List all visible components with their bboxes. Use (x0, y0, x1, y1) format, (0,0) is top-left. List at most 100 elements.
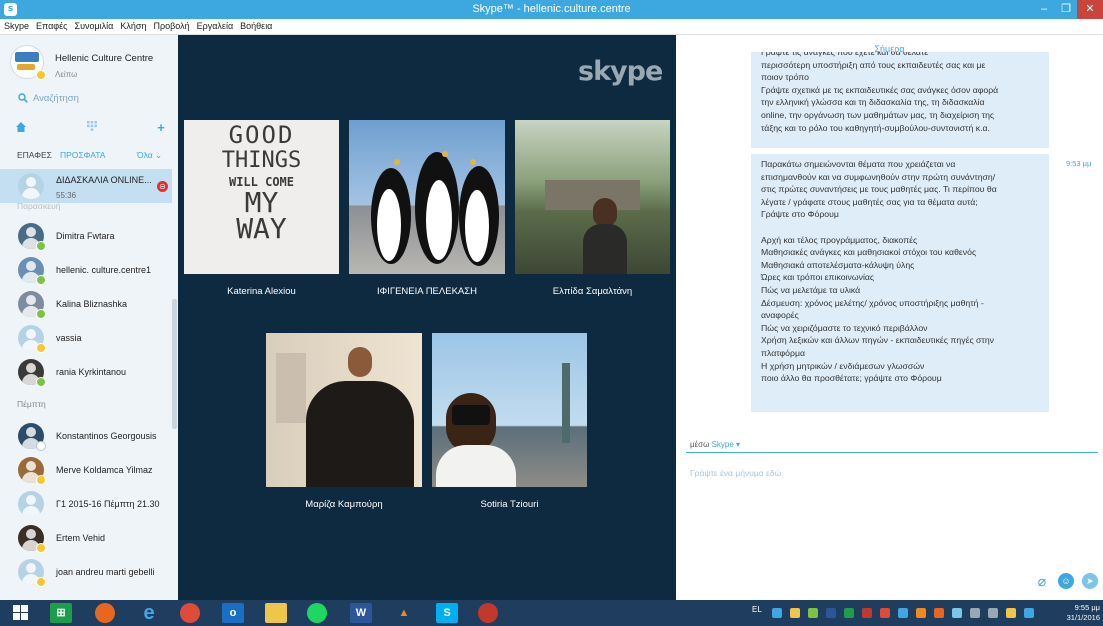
tab-recent[interactable]: ΠΡΟΣΦΑΤΑ (60, 150, 105, 160)
message-timestamp: 9:53 μμ (1066, 159, 1092, 168)
search-box[interactable]: Αναζήτηση (18, 93, 168, 107)
message-line: αναφορές (761, 310, 799, 321)
message-line: τάξης και το ρόλο του καθηγητή-συμβούλου… (761, 122, 990, 133)
tray-icon[interactable] (826, 608, 836, 618)
menu-view[interactable]: Προβολή (149, 19, 192, 31)
chat-message-1[interactable]: Γράψτε τις ανάγκες που έχετε και θα θέλα… (751, 52, 1049, 148)
contact-name: Konstantinos Georgousis (56, 431, 157, 441)
windows-start-icon[interactable] (10, 603, 32, 623)
minimize-button[interactable]: – (1033, 0, 1055, 19)
contact-name: Merve Koldamca Yilmaz (56, 465, 153, 475)
participant-tile-5[interactable]: Sotiria Tziouri (432, 333, 587, 513)
message-line: λέγατε / γράφατε στους μαθητές σας για τ… (761, 196, 978, 207)
menu-conversation[interactable]: Συνομιλία (71, 19, 117, 31)
message-line: Πώς να χειριζόμαστε το τεχνικό περιβάλλο… (761, 322, 928, 333)
tray-icon[interactable] (934, 608, 944, 618)
message-line: Γράψτε σχετικά με τις εκπαιδευτικές σας … (761, 84, 999, 95)
message-line: στις πρώτες συναντήσεις με τους μαθητές … (761, 184, 997, 195)
dialpad-icon[interactable] (85, 121, 99, 135)
tray-icon[interactable] (880, 608, 890, 618)
send-via-dropdown[interactable]: Skype ▾ (712, 440, 740, 449)
participant-tile-3[interactable]: Ελπίδα Σαμαλτάνη (515, 120, 670, 300)
menu-skype[interactable]: Skype (0, 19, 32, 31)
maximize-button[interactable]: ❐ (1055, 0, 1077, 19)
participant-video-4 (266, 333, 422, 487)
participant-tile-2[interactable]: ΙΦΙΓΕΝΕΙΑ ΠΕΛΕΚΑΣΗ (349, 120, 505, 300)
contact-list-item[interactable]: Γ1 2015-16 Πέμπτη 21.30 (0, 487, 172, 521)
menu-contacts[interactable]: Επαφές (32, 19, 70, 31)
participant-tile-4[interactable]: Μαρίζα Καμπούρη (266, 333, 422, 513)
clock-date: 31/1/2016 (1066, 613, 1100, 622)
close-button[interactable]: ✕ (1077, 0, 1103, 19)
sidebar: Hellenic Culture Centre Λείπω Αναζήτηση … (0, 35, 178, 600)
firefox-icon[interactable] (95, 603, 115, 623)
message-line: Η χρήση μητρικών / ενδιάμεσων γλωσσών (761, 360, 925, 371)
internet-explorer-icon[interactable]: e (138, 603, 160, 623)
chrome-icon[interactable] (180, 603, 200, 623)
tray-icon[interactable] (952, 608, 962, 618)
search-icon (18, 93, 28, 103)
online-status-icon (36, 275, 46, 285)
list-item-selected[interactable]: ΔΙΔΑΣΚΑΛΙΑ ONLINE... 55:36 ⊝ (0, 169, 172, 203)
tray-icon[interactable] (808, 608, 818, 618)
word-icon[interactable]: W (350, 603, 372, 623)
tray-icon[interactable] (844, 608, 854, 618)
tray-icon[interactable] (862, 608, 872, 618)
network-icon[interactable] (970, 608, 980, 618)
tray-icon[interactable] (898, 608, 908, 618)
menu-bar: Skype Επαφές Συνομιλία Κλήση Προβολή Εργαλεία… (0, 19, 1103, 35)
contact-list-item[interactable]: rania Kyrkintanou (0, 355, 172, 389)
file-explorer-icon[interactable] (265, 603, 287, 623)
emoticon-icon[interactable]: ☺ (1058, 573, 1074, 589)
contact-name: Ertem Vehid (56, 533, 106, 543)
attach-file-icon[interactable]: ⌀ (1034, 573, 1050, 589)
notification-icon[interactable] (1024, 608, 1034, 618)
tray-icon[interactable] (772, 608, 782, 618)
participant-tile-1[interactable]: GOOD THINGS WILL COME MY WAY Katerina Al… (184, 120, 339, 300)
battery-icon[interactable] (1006, 608, 1016, 618)
contact-list-item[interactable]: Ertem Vehid (0, 521, 172, 555)
message-line: ποιο άλλο θα προσθέτατε; γράψτε στο Φόρο… (761, 373, 942, 384)
spotify-icon[interactable] (307, 603, 327, 623)
chevron-down-icon: ⌄ (155, 150, 163, 160)
outlook-icon[interactable]: o (222, 603, 244, 623)
filter-dropdown[interactable]: Όλα ⌄ (137, 150, 162, 161)
contact-list-item[interactable]: hellenic. culture.centre1 (0, 253, 172, 287)
tray-icon[interactable] (790, 608, 800, 618)
end-call-icon[interactable]: ⊝ (157, 181, 168, 192)
send-icon[interactable]: ➤ (1082, 573, 1098, 589)
tab-contacts[interactable]: ΕΠΑΦΕΣ (17, 150, 52, 160)
menu-call[interactable]: Κλήση (116, 19, 149, 31)
chat-message-2[interactable]: Παρακάτω σημειώνονται θέματα που χρειάζε… (751, 154, 1049, 412)
taskbar-clock[interactable]: 9:55 μμ 31/1/2016 (1064, 603, 1100, 623)
tray-icon[interactable] (916, 608, 926, 618)
contact-name: Dimitra Fwtara (56, 231, 115, 241)
skype-taskbar-icon[interactable]: S (436, 603, 458, 623)
menu-tools[interactable]: Εργαλεία (193, 19, 237, 31)
vlc-icon[interactable]: ▲ (393, 603, 415, 623)
message-input[interactable]: Γράψτε ένα μήνυμα εδώ (690, 468, 781, 478)
contact-list-item[interactable]: Dimitra Fwtara (0, 219, 172, 253)
contact-list-item[interactable]: vassia (0, 321, 172, 355)
profile-header[interactable]: Hellenic Culture Centre Λείπω (0, 35, 178, 81)
profile-status[interactable]: Λείπω (55, 70, 77, 79)
language-indicator[interactable]: EL (752, 605, 762, 614)
home-icon[interactable] (14, 121, 28, 135)
contact-list-item[interactable]: Konstantinos Georgousis (0, 419, 172, 453)
send-via: μέσω Skype ▾ (690, 440, 740, 449)
message-line (761, 221, 1039, 234)
contact-list-item[interactable]: Kalina Bliznashka (0, 287, 172, 321)
recent-list: ΔΙΔΑΣΚΑΛΙΑ ONLINE... 55:36 ⊝ Παρασκευή D… (0, 169, 178, 600)
sidebar-scrollbar[interactable] (172, 299, 177, 429)
message-line: Πώς να μελετάμε τα υλικά (761, 284, 861, 295)
search-input[interactable]: Αναζήτηση (33, 93, 79, 104)
contact-list-item[interactable]: joan andreu marti gebelli (0, 555, 172, 589)
app-icon[interactable] (478, 603, 498, 623)
skype-logo: skype (578, 56, 663, 87)
contact-list-item[interactable]: Merve Koldamca Yilmaz (0, 453, 172, 487)
store-icon[interactable]: ⊞ (50, 603, 72, 623)
volume-icon[interactable] (988, 608, 998, 618)
add-contact-icon[interactable]: + (154, 121, 168, 135)
call-duration: 55:36 (56, 191, 77, 200)
menu-help[interactable]: Βοήθεια (236, 19, 275, 31)
